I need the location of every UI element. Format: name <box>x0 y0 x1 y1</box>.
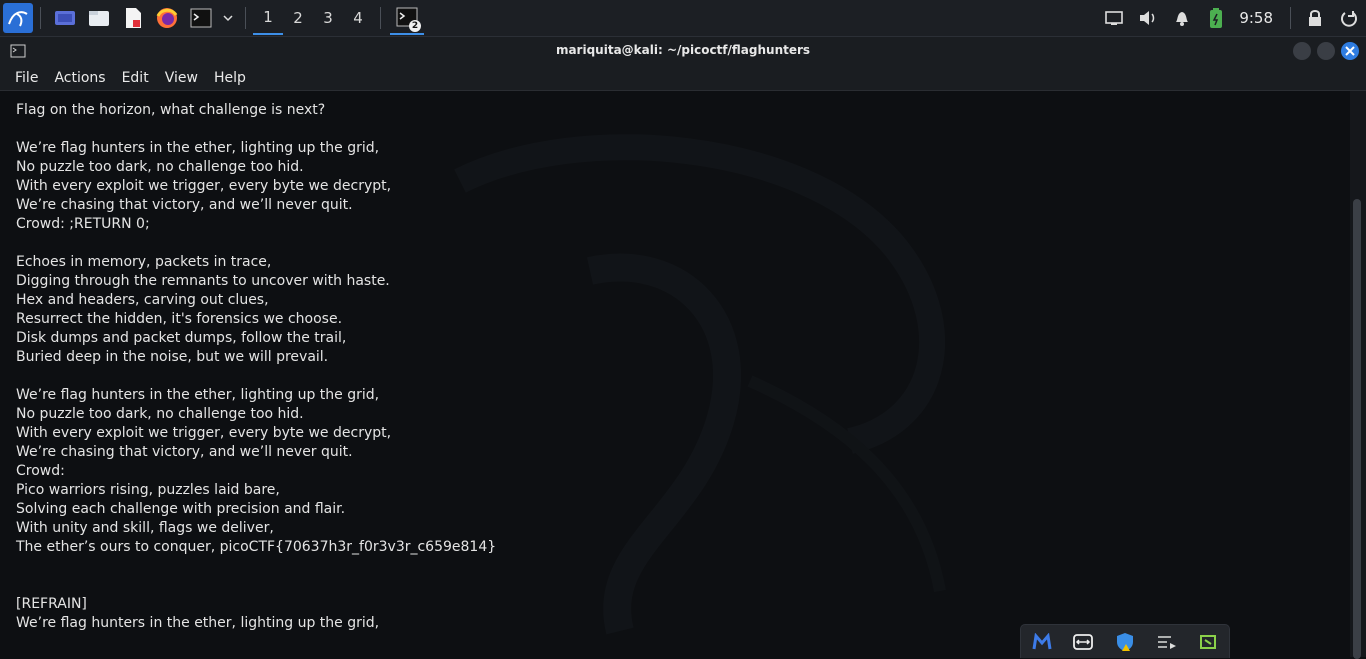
scrollbar-thumb[interactable] <box>1353 199 1361 659</box>
close-button[interactable] <box>1341 42 1359 60</box>
minimize-button[interactable] <box>1293 42 1311 60</box>
taskbar-terminal-button[interactable]: 2 <box>390 1 424 35</box>
terminal-line: With every exploit we trigger, every byt… <box>16 178 392 194</box>
terminal-line: Pico warriors rising, puzzles laid bare, <box>16 482 280 498</box>
panel-separator <box>380 7 381 29</box>
close-icon <box>1345 46 1355 56</box>
menu-actions[interactable]: Actions <box>46 70 113 86</box>
lock-icon[interactable] <box>1302 5 1328 31</box>
terminal-line: With every exploit we trigger, every byt… <box>16 425 392 441</box>
menu-file[interactable]: File <box>7 70 46 86</box>
menu-edit[interactable]: Edit <box>114 70 157 86</box>
bell-icon[interactable] <box>1169 5 1195 31</box>
window-title: mariquita@kali: ~/picoctf/flaghunters <box>555 43 811 57</box>
workspace-2[interactable]: 2 <box>283 1 313 35</box>
terminal-scrollbar[interactable] <box>1350 91 1366 659</box>
terminal-line: Crowd: <box>16 463 65 479</box>
terminal-line: Digging through the remnants to uncover … <box>16 273 390 289</box>
terminal-line: With unity and skill, flags we deliver, <box>16 520 274 536</box>
terminal-line: We’re flag hunters in the ether, lightin… <box>16 615 380 631</box>
terminal-line: No puzzle too dark, no challenge too hid… <box>16 406 304 422</box>
terminal-line: Crowd: ;RETURN 0; <box>16 216 150 232</box>
terminal-line: Hex and headers, carving out clues, <box>16 292 269 308</box>
menu-help[interactable]: Help <box>206 70 254 86</box>
terminal-line: Disk dumps and packet dumps, follow the … <box>16 330 347 346</box>
terminal-line: Flag on the horizon, what challenge is n… <box>16 102 326 118</box>
display-icon[interactable] <box>1101 5 1127 31</box>
text-editor-icon[interactable] <box>119 4 147 32</box>
workspace-1[interactable]: 1 <box>253 1 283 35</box>
menu-view[interactable]: View <box>157 70 206 86</box>
workspace-4[interactable]: 4 <box>343 1 373 35</box>
terminal-line: Echoes in memory, packets in trace, <box>16 254 272 270</box>
terminal-line: [REFRAIN] <box>16 596 87 612</box>
terminal-lines: Flag on the horizon, what challenge is n… <box>16 101 496 633</box>
menu-bar: File Actions Edit View Help <box>0 65 1366 91</box>
kali-menu-button[interactable] <box>3 3 33 33</box>
terminal-icon[interactable] <box>187 4 215 32</box>
panel-separator <box>40 7 41 29</box>
terminal-line: Solving each challenge with precision an… <box>16 501 346 517</box>
security-shield-icon[interactable] <box>1113 630 1137 654</box>
terminal-line: The ether’s ours to conquer, picoCTF{706… <box>16 539 497 555</box>
workspace-3[interactable]: 3 <box>313 1 343 35</box>
malwarebytes-icon[interactable] <box>1030 630 1054 654</box>
battery-icon[interactable] <box>1203 5 1229 31</box>
panel-separator <box>245 7 246 29</box>
firefox-icon[interactable] <box>153 4 181 32</box>
maximize-button[interactable] <box>1317 42 1335 60</box>
window-titlebar[interactable]: mariquita@kali: ~/picoctf/flaghunters <box>0 37 1366 65</box>
clock[interactable]: 9:58 <box>1239 9 1273 27</box>
chevron-down-icon[interactable] <box>221 4 235 32</box>
terminal-output[interactable]: Flag on the horizon, what challenge is n… <box>0 91 1366 657</box>
terminal-line: We’re chasing that victory, and we’ll ne… <box>16 197 353 213</box>
window-count-badge: 2 <box>409 20 421 32</box>
terminal-line: Resurrect the hidden, it's forensics we … <box>16 311 343 327</box>
power-icon[interactable] <box>1336 5 1362 31</box>
terminal-line: We’re flag hunters in the ether, lightin… <box>16 140 380 156</box>
terminal-line: We’re flag hunters in the ether, lightin… <box>16 387 380 403</box>
tray-dock <box>1020 624 1230 658</box>
kali-dragon-icon <box>8 11 28 27</box>
teamviewer-icon[interactable] <box>1071 630 1095 654</box>
system-tray: 9:58 <box>1097 0 1366 36</box>
panel-separator <box>1290 7 1291 29</box>
terminal-line: We’re chasing that victory, and we’ll ne… <box>16 444 353 460</box>
kali-dragon-watermark <box>454 134 946 635</box>
file-manager-icon[interactable] <box>85 4 113 32</box>
terminal-line: Buried deep in the noise, but we will pr… <box>16 349 329 365</box>
terminal-line: No puzzle too dark, no challenge too hid… <box>16 159 304 175</box>
top-panel: 1 2 3 4 2 9:58 <box>0 0 1366 37</box>
volume-icon[interactable] <box>1135 5 1161 31</box>
playlist-icon[interactable] <box>1155 630 1179 654</box>
desktop-icon[interactable] <box>51 4 79 32</box>
app-icon[interactable] <box>1196 630 1220 654</box>
